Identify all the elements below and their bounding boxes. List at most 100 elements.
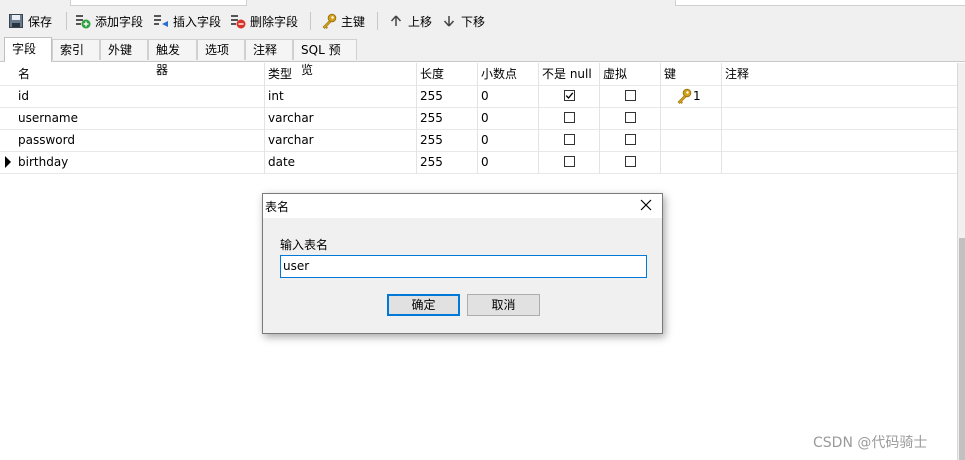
toolbar-separator	[310, 12, 311, 30]
close-icon[interactable]	[640, 199, 652, 214]
cancel-button[interactable]: 取消	[467, 294, 540, 316]
virtual-cell	[600, 151, 661, 173]
table-name-label: 输入表名	[280, 238, 329, 252]
checkmark-icon	[565, 92, 574, 99]
field-length-cell[interactable]: 255	[417, 85, 478, 107]
not-null-cell	[539, 85, 600, 107]
key-cell[interactable]	[661, 151, 722, 173]
key-order: 1	[693, 89, 701, 103]
table-name-input[interactable]: user	[280, 255, 647, 278]
dialog-title-bar: 表名	[263, 194, 662, 218]
table-header: 名 类型 长度 小数点 不是 null 虚拟 键 注释	[0, 63, 957, 86]
key-cell[interactable]: 1	[661, 85, 722, 107]
vertical-scrollbar[interactable]	[957, 63, 965, 460]
insert-field-button[interactable]: 插入字段	[153, 10, 221, 32]
current-row-arrow-icon	[5, 156, 11, 171]
move-down-button[interactable]: 下移	[441, 10, 485, 32]
field-length-cell[interactable]: 255	[417, 107, 478, 129]
move-down-label: 下移	[461, 14, 486, 29]
move-up-button[interactable]: 上移	[388, 10, 432, 32]
dialog-title: 表名	[265, 200, 290, 214]
primary-key-button[interactable]: 主键	[321, 10, 365, 32]
tab-comment[interactable]: 注释	[245, 39, 293, 60]
not-null-checkbox[interactable]	[564, 156, 575, 167]
virtual-cell	[600, 107, 661, 129]
table-row[interactable]: username varchar 255 0	[0, 107, 957, 130]
tab-fields[interactable]: 字段	[4, 37, 52, 62]
arrow-down-icon	[441, 13, 457, 29]
virtual-cell	[600, 85, 661, 107]
field-decimals-cell[interactable]: 0	[478, 85, 539, 107]
ok-button[interactable]: 确定	[387, 294, 460, 316]
save-icon	[8, 13, 24, 29]
field-comment-cell[interactable]	[722, 129, 957, 151]
field-name-cell[interactable]: birthday	[15, 151, 265, 173]
field-type-cell[interactable]: int	[265, 85, 417, 107]
toolbar: 保存 添加字段 插入字段 删除字段 主键 上移 下移	[0, 6, 965, 37]
field-decimals-cell[interactable]: 0	[478, 129, 539, 151]
watermark: CSDN @代码骑士	[813, 435, 928, 451]
delete-field-icon	[230, 13, 246, 29]
column-header-decimals[interactable]: 小数点	[478, 63, 539, 85]
primary-key-label: 主键	[341, 14, 366, 29]
table-row[interactable]: password varchar 255 0	[0, 129, 957, 152]
column-header-type[interactable]: 类型	[265, 63, 417, 85]
toolbar-separator	[66, 12, 67, 30]
tab-sql-preview[interactable]: SQL 预览	[293, 39, 357, 77]
tab-bar: 字段 索引 外键 触发器 选项 注释 SQL 预览	[0, 37, 965, 77]
table-name-dialog: 表名 输入表名 user 确定 取消	[262, 193, 663, 334]
field-name-cell[interactable]: username	[15, 107, 265, 129]
insert-field-icon	[153, 13, 169, 29]
delete-field-button[interactable]: 删除字段	[230, 10, 298, 32]
tab-triggers[interactable]: 触发器	[148, 39, 197, 77]
not-null-checkbox[interactable]	[564, 134, 575, 145]
arrow-up-icon	[388, 13, 404, 29]
virtual-checkbox[interactable]	[625, 134, 636, 145]
key-icon	[321, 13, 337, 29]
field-decimals-cell[interactable]: 0	[478, 107, 539, 129]
toolbar-separator	[377, 12, 378, 30]
tab-foreign-keys[interactable]: 外键	[100, 39, 148, 60]
column-header-not-null[interactable]: 不是 null	[539, 63, 600, 85]
insert-field-label: 插入字段	[173, 14, 222, 29]
add-field-icon	[75, 13, 91, 29]
field-length-cell[interactable]: 255	[417, 129, 478, 151]
table-row[interactable]: birthday date 255 0	[0, 151, 957, 174]
not-null-cell	[539, 107, 600, 129]
key-cell[interactable]	[661, 107, 722, 129]
field-length-cell[interactable]: 255	[417, 151, 478, 173]
field-name-cell[interactable]: id	[15, 85, 265, 107]
save-button[interactable]: 保存	[8, 10, 52, 32]
tab-options[interactable]: 选项	[197, 39, 245, 60]
field-type-cell[interactable]: date	[265, 151, 417, 173]
column-header-key[interactable]: 键	[661, 63, 722, 85]
field-name-cell[interactable]: password	[15, 129, 265, 151]
save-label: 保存	[28, 14, 53, 29]
field-comment-cell[interactable]	[722, 85, 957, 107]
field-type-cell[interactable]: varchar	[265, 129, 417, 151]
not-null-cell	[539, 151, 600, 173]
virtual-cell	[600, 129, 661, 151]
column-header-length[interactable]: 长度	[417, 63, 478, 85]
not-null-checkbox[interactable]	[564, 112, 575, 123]
column-header-comment[interactable]: 注释	[722, 63, 957, 85]
virtual-checkbox[interactable]	[625, 90, 636, 101]
scrollbar-thumb[interactable]	[959, 238, 965, 460]
column-header-virtual[interactable]: 虚拟	[600, 63, 661, 85]
add-field-label: 添加字段	[95, 14, 144, 29]
virtual-checkbox[interactable]	[625, 156, 636, 167]
field-comment-cell[interactable]	[722, 151, 957, 173]
move-up-label: 上移	[408, 14, 433, 29]
tab-indexes[interactable]: 索引	[52, 39, 100, 60]
virtual-checkbox[interactable]	[625, 112, 636, 123]
field-decimals-cell[interactable]: 0	[478, 151, 539, 173]
add-field-button[interactable]: 添加字段	[75, 10, 143, 32]
table-row[interactable]: id int 255 0 1	[0, 85, 957, 108]
field-type-cell[interactable]: varchar	[265, 107, 417, 129]
column-header-name[interactable]: 名	[15, 63, 265, 85]
not-null-cell	[539, 129, 600, 151]
not-null-checkbox[interactable]	[564, 90, 575, 101]
key-cell[interactable]	[661, 129, 722, 151]
delete-field-label: 删除字段	[250, 14, 299, 29]
field-comment-cell[interactable]	[722, 107, 957, 129]
